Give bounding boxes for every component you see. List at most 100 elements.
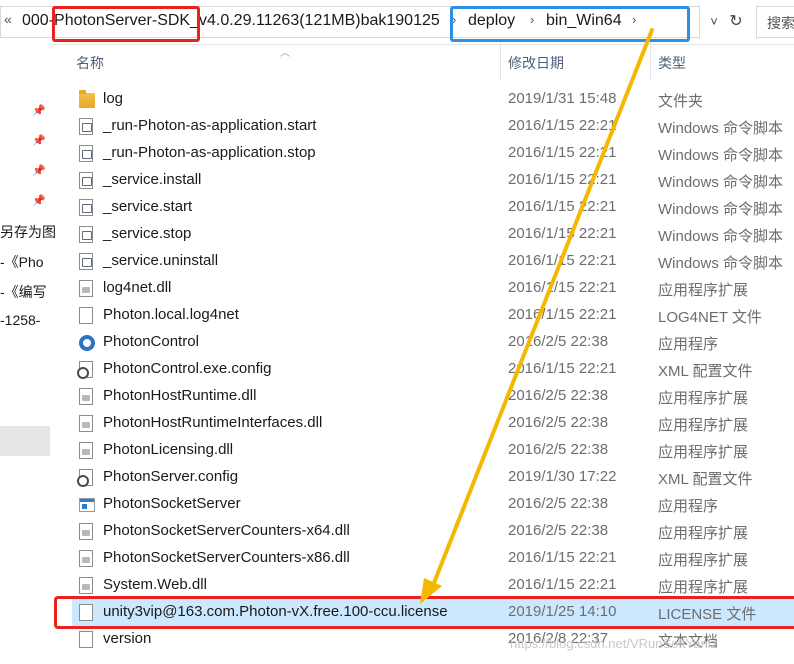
file-type: XML 配置文件	[658, 363, 753, 380]
file-row[interactable]: PhotonControl 2016/2/5 22:38 应用程序	[72, 329, 794, 356]
refresh-icon[interactable]: ↻	[726, 10, 746, 34]
column-divider[interactable]	[650, 42, 651, 80]
file-name: PhotonControl	[103, 333, 199, 350]
file-row[interactable]: PhotonSocketServer 2016/2/5 22:38 应用程序	[72, 491, 794, 518]
file-row[interactable]: _run-Photon-as-application.start 2016/1/1…	[72, 113, 794, 140]
file-row[interactable]: log 2019/1/31 15:48 文件夹	[72, 86, 794, 113]
file-date: 2016/1/15 22:21	[508, 117, 617, 134]
file-date: 2016/1/15 22:21	[508, 198, 617, 215]
pin-icon[interactable]: 📌	[32, 194, 46, 208]
file-name: _service.install	[103, 171, 202, 188]
column-header-date[interactable]: 修改日期	[508, 53, 564, 73]
file-name: PhotonControl.exe.config	[103, 360, 272, 377]
navigation-pane: 📌 📌 📌 📌 另存为图 -《Pho -《编写 -1258-	[0, 44, 56, 664]
dll-icon	[79, 388, 93, 405]
pin-icon[interactable]: 📌	[32, 134, 46, 148]
nav-item-fragment[interactable]: -《编写	[0, 282, 47, 302]
script-icon	[79, 253, 93, 270]
script-icon	[79, 226, 93, 243]
file-name: log4net.dll	[103, 279, 172, 296]
file-date: 2016/1/15 22:21	[508, 171, 617, 188]
nav-item-fragment[interactable]: 另存为图	[0, 222, 56, 242]
file-row[interactable]: PhotonControl.exe.config 2016/1/15 22:21 X…	[72, 356, 794, 383]
file-row[interactable]: System.Web.dll 2016/1/15 22:21 应用程序扩展	[72, 572, 794, 599]
file-type: 应用程序扩展	[658, 390, 749, 407]
file-type: LOG4NET 文件	[658, 309, 762, 326]
file-name: PhotonSocketServer	[103, 495, 241, 512]
file-name: _service.stop	[103, 225, 192, 242]
folder-icon	[79, 90, 95, 108]
nav-item-fragment[interactable]: -《Pho	[0, 252, 44, 272]
file-row[interactable]: PhotonSocketServerCounters-x86.dll 2016/1…	[72, 545, 794, 572]
file-type: 应用程序扩展	[658, 444, 749, 461]
pin-icon[interactable]: 📌	[32, 104, 46, 118]
nav-item-selected[interactable]	[0, 426, 50, 456]
file-name: System.Web.dll	[103, 576, 207, 593]
file-name: version	[103, 630, 152, 647]
pin-icon[interactable]: 📌	[32, 164, 46, 178]
file-row[interactable]: _run-Photon-as-application.stop 2016/1/15…	[72, 140, 794, 167]
highlight-box-license	[54, 596, 794, 629]
file-type: 应用程序扩展	[658, 282, 749, 299]
app-icon	[79, 498, 95, 512]
file-row[interactable]: _service.start 2016/1/15 22:21 Windows 命令脚…	[72, 194, 794, 221]
file-date: 2016/2/5 22:38	[508, 333, 609, 350]
file-name: PhotonSocketServerCounters-x86.dll	[103, 549, 350, 566]
highlight-box-sdk-path	[52, 6, 200, 42]
file-name: PhotonHostRuntime.dll	[103, 387, 257, 404]
file-row[interactable]: PhotonHostRuntimeInterfaces.dll 2016/2/5 …	[72, 410, 794, 437]
script-icon	[79, 199, 93, 216]
file-name: PhotonLicensing.dll	[103, 441, 234, 458]
search-placeholder: 搜索	[767, 15, 794, 31]
file-row[interactable]: _service.stop 2016/1/15 22:21 Windows 命令脚本	[72, 221, 794, 248]
file-type: XML 配置文件	[658, 471, 753, 488]
file-row[interactable]: _service.install 2016/1/15 22:21 Windows 命…	[72, 167, 794, 194]
sort-ascending-icon: ︿	[280, 48, 290, 59]
file-type: 应用程序扩展	[658, 525, 749, 542]
script-icon	[79, 145, 93, 162]
file-name: _run-Photon-as-application.start	[103, 117, 317, 134]
script-icon	[79, 118, 93, 135]
file-name: PhotonHostRuntimeInterfaces.dll	[103, 414, 323, 431]
file-type: Windows 命令脚本	[658, 201, 784, 218]
file-date: 2016/2/5 22:38	[508, 441, 609, 458]
file-name: _run-Photon-as-application.stop	[103, 144, 316, 161]
dll-icon	[79, 550, 93, 567]
chevron-down-icon[interactable]: ˅	[704, 10, 724, 34]
file-row[interactable]: PhotonServer.config 2019/1/30 17:22 XML 配置…	[72, 464, 794, 491]
nav-item-fragment[interactable]: -1258-	[0, 312, 40, 328]
file-type: 应用程序	[658, 498, 719, 515]
address-bar: « 000-PhotonServer-SDK_v4.0.29.11263(121…	[0, 0, 794, 45]
file-row[interactable]: Photon.local.log4net 2016/1/15 22:21 LOG4N…	[72, 302, 794, 329]
column-header-name[interactable]: 名称	[76, 53, 104, 73]
file-date: 2016/1/15 22:21	[508, 252, 617, 269]
file-type: 应用程序扩展	[658, 579, 749, 596]
search-input[interactable]: 搜索	[756, 6, 794, 38]
file-name: _service.uninstall	[103, 252, 219, 269]
file-row[interactable]: _service.uninstall 2016/1/15 22:21 Windows…	[72, 248, 794, 275]
column-header-type[interactable]: 类型	[658, 53, 686, 73]
file-name: log	[103, 90, 124, 107]
file-date: 2016/1/15 22:21	[508, 279, 617, 296]
file-row[interactable]: log4net.dll 2016/1/15 22:21 应用程序扩展	[72, 275, 794, 302]
file-date: 2016/2/5 22:38	[508, 495, 609, 512]
file-row[interactable]: PhotonSocketServerCounters-x64.dll 2016/2…	[72, 518, 794, 545]
file-type: 应用程序扩展	[658, 417, 749, 434]
file-type: 应用程序扩展	[658, 552, 749, 569]
file-type: Windows 命令脚本	[658, 255, 784, 272]
file-type: Windows 命令脚本	[658, 228, 784, 245]
file-date: 2019/1/31 15:48	[508, 90, 617, 107]
file-date: 2016/2/5 22:38	[508, 387, 609, 404]
file-row[interactable]: PhotonHostRuntime.dll 2016/2/5 22:38 应用程序扩…	[72, 383, 794, 410]
file-date: 2016/1/15 22:21	[508, 549, 617, 566]
dll-icon	[79, 415, 93, 432]
config-icon	[77, 469, 93, 487]
column-divider[interactable]	[500, 42, 501, 80]
file-row[interactable]: PhotonLicensing.dll 2016/2/5 22:38 应用程序扩展	[72, 437, 794, 464]
column-header-row: 名称 修改日期 类型	[52, 44, 794, 80]
file-name: PhotonSocketServerCounters-x64.dll	[103, 522, 350, 539]
config-icon	[77, 361, 93, 379]
path-overflow-button[interactable]: «	[4, 11, 12, 27]
file-date: 2016/2/5 22:38	[508, 522, 609, 539]
photon-app-icon	[79, 335, 95, 351]
